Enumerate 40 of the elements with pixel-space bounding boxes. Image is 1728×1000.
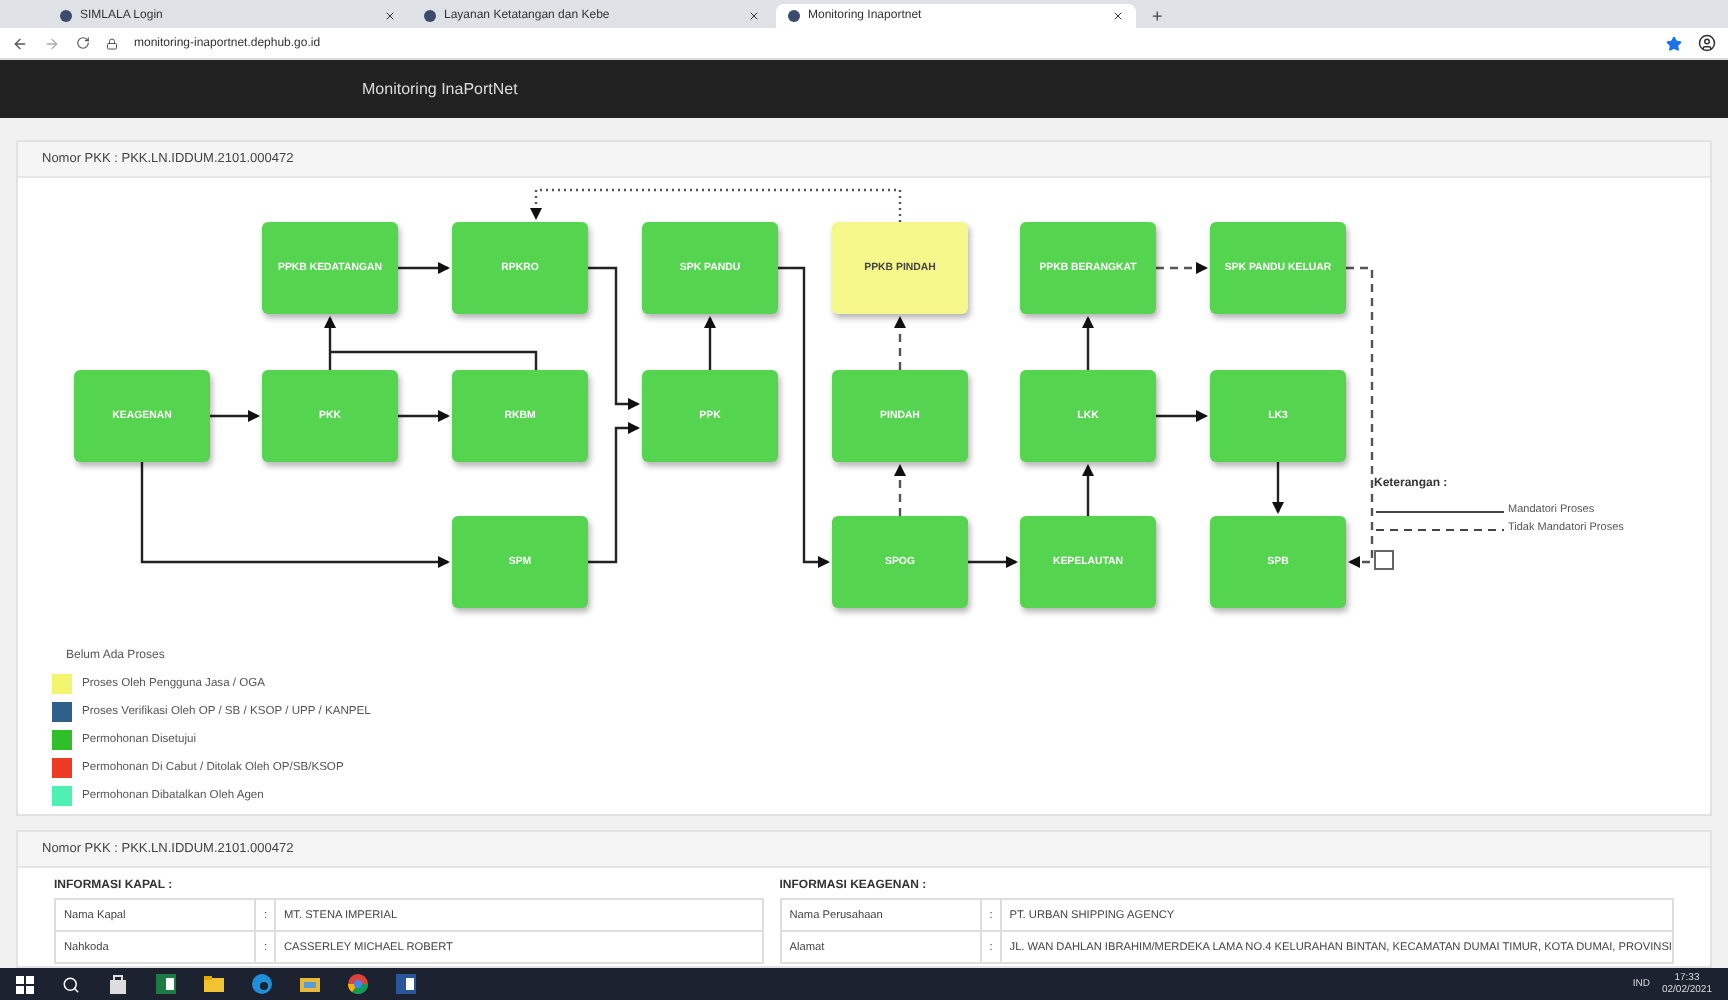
site-icon xyxy=(60,10,72,22)
folder-icon[interactable] xyxy=(300,974,320,994)
connector-arrow xyxy=(1082,316,1094,370)
connector-arrow xyxy=(1082,464,1094,516)
close-icon[interactable] xyxy=(1112,10,1124,22)
connector-arrow xyxy=(894,316,906,370)
connector-arrow xyxy=(398,262,450,274)
connector-arrow xyxy=(398,410,450,422)
connector-arrow xyxy=(894,464,906,516)
back-icon[interactable] xyxy=(12,35,28,51)
connector-arrow xyxy=(1156,410,1208,422)
app-title: Monitoring InaPortNet xyxy=(362,80,518,98)
bag-icon[interactable] xyxy=(108,974,128,994)
connector-arrow xyxy=(968,556,1018,568)
connector-arrow xyxy=(1272,462,1284,514)
connector-arrow xyxy=(588,422,640,564)
close-icon[interactable] xyxy=(384,10,396,22)
legend-line xyxy=(1375,511,1505,513)
site-icon xyxy=(788,10,800,22)
connector-arrow xyxy=(704,316,716,370)
connector-arrow xyxy=(588,266,640,410)
legend-line xyxy=(1375,529,1505,531)
connector-arrow xyxy=(324,316,336,370)
windows-icon[interactable] xyxy=(16,975,34,993)
document-icon[interactable] xyxy=(396,974,416,994)
legend-box xyxy=(1374,550,1394,570)
spreadsheet-icon[interactable] xyxy=(156,974,176,994)
folder-icon[interactable] xyxy=(204,974,224,994)
lock-icon xyxy=(106,37,118,49)
browser-icon[interactable] xyxy=(252,974,272,994)
star-icon[interactable] xyxy=(1666,35,1682,51)
chrome-icon[interactable] xyxy=(348,974,368,994)
connector-arrow xyxy=(1156,262,1208,274)
search-icon[interactable] xyxy=(62,975,80,993)
new-tab-button[interactable]: + xyxy=(1152,4,1163,28)
connector-arrow xyxy=(210,410,260,422)
close-icon[interactable] xyxy=(748,10,760,22)
site-icon xyxy=(424,10,436,22)
reload-icon[interactable] xyxy=(76,36,90,50)
profile-icon[interactable] xyxy=(1698,34,1716,52)
